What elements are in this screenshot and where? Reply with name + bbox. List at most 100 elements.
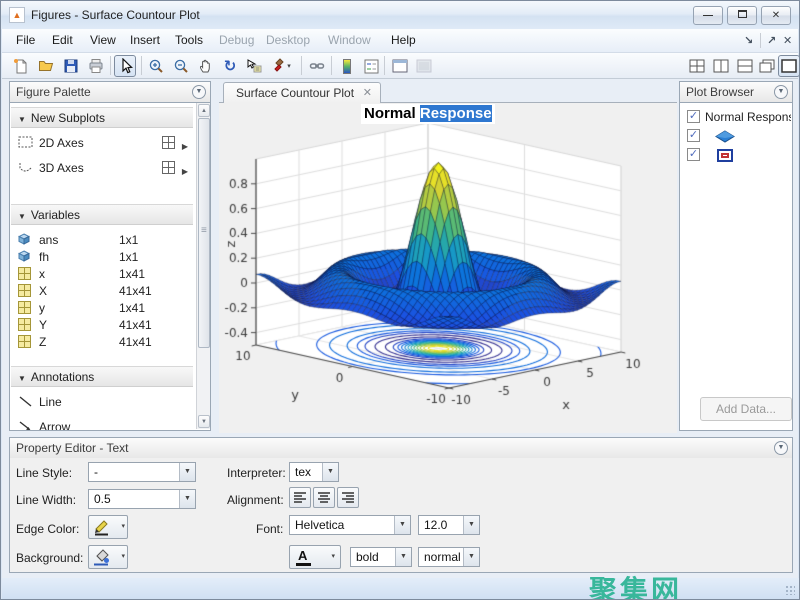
insert-legend-button[interactable] [360,55,382,77]
property-editor-header: Property Editor - Text ▼ [9,437,793,459]
palette-item-2d-axes[interactable]: 2D Axes ▶ [11,133,193,153]
tile-grid-button[interactable] [686,55,708,77]
menu-view[interactable]: View [90,33,116,47]
close-button[interactable]: ✕ [761,6,791,25]
tab-surface-contour-plot[interactable]: Surface Countour Plot ✕ [223,82,381,103]
minimize-button[interactable]: — [693,6,723,25]
matlab-figures-window: ▲ Figures - Surface Countour Plot — ✕ Fi… [0,0,800,600]
menu-help[interactable]: Help [391,33,416,47]
plot-title-editor[interactable]: Normal Response [361,104,495,124]
resize-grip[interactable] [785,585,795,595]
data-cursor-button[interactable] [243,55,265,77]
line-style-combo[interactable]: - ▼ [88,462,196,482]
line-width-label: Line Width: [16,493,76,507]
edge-color-button[interactable]: ▾ [88,515,128,539]
menu-desktop[interactable]: Desktop [266,33,310,47]
maximize-button[interactable] [727,6,757,25]
font-angle-combo[interactable]: normal ▼ [418,547,480,567]
menu-debug[interactable]: Debug [219,33,254,47]
edit-plot-button[interactable] [114,55,136,77]
checkbox-checked[interactable]: ✓ [687,110,700,123]
cascade-windows-button[interactable] [756,55,778,77]
brush-data-button[interactable]: ▾ [266,55,296,77]
rotate-3d-button[interactable]: ↻ [219,55,241,77]
font-label: Font: [256,522,283,536]
insert-colorbar-button[interactable] [336,55,358,77]
zoom-in-button[interactable] [145,55,167,77]
link-plot-button[interactable] [306,55,328,77]
tab-close-icon[interactable]: ✕ [363,83,372,103]
add-data-button[interactable]: Add Data... [700,397,792,421]
font-weight-combo[interactable]: bold ▼ [350,547,412,567]
toolbar-separator [331,56,332,75]
section-new-subplots[interactable]: ▼New Subplots [11,107,193,128]
tile-horizontal-button[interactable] [734,55,756,77]
print-figure-button[interactable] [85,55,107,77]
collapse-triangle-icon: ▼ [18,212,26,221]
dock-figure-icon[interactable]: ↘ [744,34,753,47]
font-name-value: Helvetica [295,518,344,532]
menu-tools[interactable]: Tools [175,33,203,47]
font-size-combo[interactable]: 12.0 ▼ [418,515,480,535]
plot-browser-collapse-icon[interactable]: ▼ [774,85,788,99]
plot-browser-item-title[interactable]: ✓ Normal Response [681,110,779,128]
scroll-up-icon[interactable]: ▲ [198,104,210,117]
interpreter-combo[interactable]: tex ▼ [289,462,339,482]
surface-contour-plot-canvas[interactable] [219,104,677,433]
menu-window[interactable]: Window [328,33,371,47]
plot-browser-item-contour[interactable]: ✓ [681,148,779,166]
section-variables[interactable]: ▼Variables [11,204,193,225]
font-color-button[interactable]: A ▾ [289,545,341,569]
scroll-down-icon[interactable]: ▼ [198,415,210,428]
annotation-item-line[interactable]: Line [11,392,193,412]
pen-color-icon [92,518,112,536]
palette-item-3d-axes[interactable]: 3D Axes ▶ [11,158,193,178]
title-bar[interactable]: ▲ Figures - Surface Countour Plot — ✕ [1,1,799,29]
font-name-combo[interactable]: Helvetica ▼ [289,515,411,535]
subplot-grid-picker-icon[interactable] [162,136,175,149]
align-left-button[interactable] [289,487,311,508]
section-annotations[interactable]: ▼Annotations [11,366,193,387]
plot-browser-title: Plot Browser [686,85,754,99]
align-center-button[interactable] [313,487,335,508]
figure-window-plain-icon [416,59,432,73]
tile-vertical-button[interactable] [710,55,732,77]
toolbar-separator [141,56,142,75]
undock-icon[interactable]: ↗ [767,34,776,47]
figure-palette-panel: ▼New Subplots 2D Axes ▶ 3D Axes ▶ ▼Varia… [9,103,211,431]
line-width-combo[interactable]: 0.5 ▼ [88,489,196,509]
close-figure-icon[interactable]: ✕ [783,34,792,47]
checkbox-checked[interactable]: ✓ [687,129,700,142]
new-figure-button[interactable] [10,55,32,77]
hide-plot-tools-button[interactable] [413,55,435,77]
background-color-button[interactable]: ▾ [88,545,128,569]
collapse-triangle-icon: ▼ [18,374,26,383]
pan-button[interactable] [195,55,217,77]
plot-browser-item-surface[interactable]: ✓ [681,129,779,147]
dropdown-arrow-icon: ▼ [179,490,195,508]
figure-palette-scrollbar[interactable]: ▲ ▼ [196,103,210,429]
save-figure-button[interactable] [60,55,82,77]
cube-icon [18,250,30,262]
arrow-icon [18,420,33,431]
scrollbar-thumb[interactable] [198,118,210,348]
menu-edit[interactable]: Edit [52,33,73,47]
line-width-value: 0.5 [94,492,111,506]
variable-row-Z[interactable]: Z41x41 [11,332,193,352]
zoom-out-button[interactable] [170,55,192,77]
show-plot-tools-button[interactable] [389,55,411,77]
open-file-button[interactable] [35,55,57,77]
annotation-item-arrow[interactable]: Arrow [11,417,193,431]
align-right-button[interactable] [337,487,359,508]
checkbox-checked[interactable]: ✓ [687,148,700,161]
maximize-tab-button[interactable] [778,55,800,77]
save-floppy-icon [63,58,79,74]
figure-palette-collapse-icon[interactable]: ▼ [192,85,206,99]
subplot-grid-picker-icon[interactable] [162,161,175,174]
menu-file[interactable]: File [16,33,35,47]
interpreter-value: tex [295,465,311,479]
property-editor-collapse-icon[interactable]: ▼ [774,441,788,455]
contour-plot-icon [717,149,733,162]
align-right-icon [341,491,355,504]
menu-insert[interactable]: Insert [130,33,160,47]
